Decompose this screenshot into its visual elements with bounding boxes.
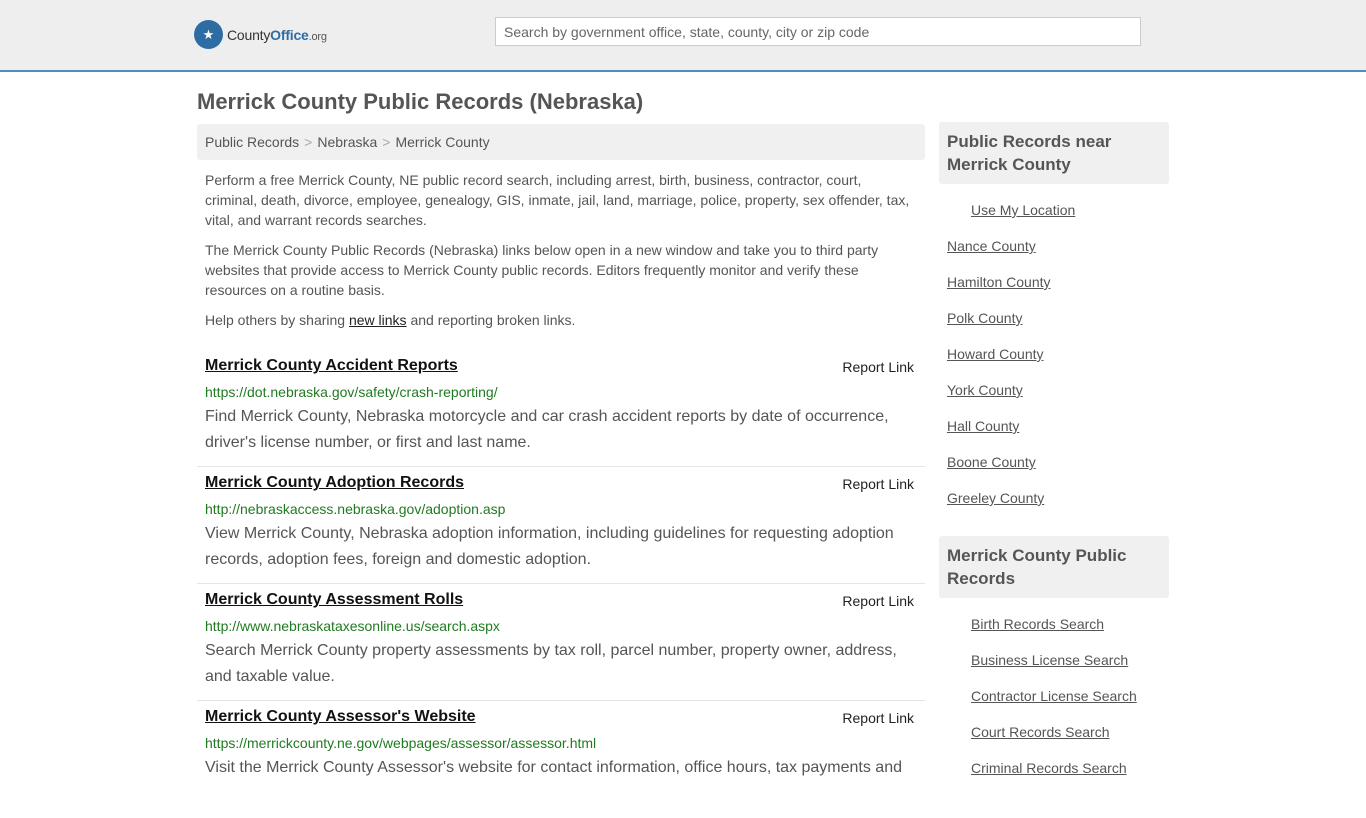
list-item: Howard County — [939, 336, 1169, 372]
nearby-county-list: Use My Location Nance County Hamilton Co… — [939, 192, 1169, 516]
page-title: Merrick County Public Records (Nebraska) — [197, 89, 644, 114]
sidebar-heading-records: Merrick County Public Records — [939, 536, 1169, 598]
nearby-county-link[interactable]: Hamilton County — [939, 274, 1051, 290]
report-link-button[interactable]: Report Link — [842, 710, 914, 726]
intro-paragraph-1: Perform a free Merrick County, NE public… — [205, 172, 910, 228]
record-description: Visit the Merrick County Assessor's webs… — [205, 759, 902, 776]
intro-paragraph-2: The Merrick County Public Records (Nebra… — [205, 242, 879, 298]
list-item: Contractor License Search — [939, 678, 1169, 714]
list-item: Birth Records Search — [939, 606, 1169, 642]
new-links-link[interactable]: new links — [349, 312, 407, 328]
record-description: View Merrick County, Nebraska adoption i… — [205, 525, 894, 568]
main-content: Public Records > Nebraska > Merrick County P… — [197, 124, 925, 818]
report-link-button[interactable]: Report Link — [842, 476, 914, 492]
records-list: Merrick County Accident Reports Report L… — [197, 350, 925, 818]
nearby-county-link[interactable]: Polk County — [939, 310, 1022, 326]
breadcrumb-current: Merrick County — [395, 134, 490, 150]
record-url: http://nebraskaccess.nebraska.gov/adopti… — [205, 501, 506, 517]
nearby-county-link[interactable]: Boone County — [939, 454, 1036, 470]
breadcrumb-separator: > — [304, 134, 313, 150]
record-item: Merrick County Adoption Records Report L… — [197, 467, 925, 584]
logo-text-office: Office — [270, 26, 309, 43]
list-item: Court Records Search — [939, 714, 1169, 750]
header-bar: ★ CountyOffice.org — [0, 0, 1366, 72]
record-title-link[interactable]: Merrick County Adoption Records — [205, 474, 464, 492]
nearby-county-link[interactable]: Nance County — [939, 238, 1036, 254]
record-search-link[interactable]: Court Records Search — [939, 724, 1110, 740]
intro-paragraph-3: Help others by sharing new links and rep… — [205, 310, 917, 330]
list-item: Polk County — [939, 300, 1169, 336]
report-link-button[interactable]: Report Link — [842, 359, 914, 375]
report-link-button[interactable]: Report Link — [842, 593, 914, 609]
breadcrumb-nebraska[interactable]: Nebraska — [317, 134, 377, 150]
record-item: Merrick County Assessment Rolls Report L… — [197, 584, 925, 701]
search-input[interactable] — [495, 17, 1141, 46]
record-title-link[interactable]: Merrick County Assessment Rolls — [205, 591, 463, 609]
list-item: Criminal Records Search — [939, 750, 1169, 786]
eagle-icon: ★ — [194, 20, 223, 49]
logo-text: CountyOffice.org — [227, 27, 327, 43]
list-item: Business License Search — [939, 642, 1169, 678]
record-description: Search Merrick County property assessmen… — [205, 642, 897, 685]
nearby-county-link[interactable]: Hall County — [939, 418, 1019, 434]
record-title-link[interactable]: Merrick County Accident Reports — [205, 357, 458, 375]
list-item: Hall County — [939, 408, 1169, 444]
nearby-county-link[interactable]: Greeley County — [939, 490, 1044, 506]
record-search-link[interactable]: Criminal Records Search — [939, 760, 1127, 776]
sidebar-heading-nearby: Public Records near Merrick County — [939, 122, 1169, 184]
nearby-county-link[interactable]: York County — [939, 382, 1023, 398]
list-item: Boone County — [939, 444, 1169, 480]
list-item: Nance County — [939, 228, 1169, 264]
record-search-link[interactable]: Contractor License Search — [939, 688, 1137, 704]
breadcrumb: Public Records > Nebraska > Merrick County — [197, 124, 925, 160]
record-title-link[interactable]: Merrick County Assessor's Website — [205, 708, 476, 726]
countyoffice-logo[interactable]: ★ CountyOffice.org — [194, 20, 327, 49]
logo-text-county: County — [227, 26, 271, 43]
record-description: Find Merrick County, Nebraska motorcycle… — [205, 408, 889, 451]
logo-text-org: .org — [308, 30, 327, 43]
intro-p3-text-end: and reporting broken links. — [406, 312, 576, 328]
breadcrumb-public-records[interactable]: Public Records — [205, 134, 299, 150]
breadcrumb-separator: > — [382, 134, 391, 150]
record-search-link[interactable]: Birth Records Search — [939, 616, 1104, 632]
record-item: Merrick County Assessor's Website Report… — [197, 701, 925, 818]
record-url: http://www.nebraskataxesonline.us/search… — [205, 618, 500, 634]
list-item: Greeley County — [939, 480, 1169, 516]
list-item: York County — [939, 372, 1169, 408]
list-item: Hamilton County — [939, 264, 1169, 300]
intro-p3-text: Help others by sharing — [205, 312, 349, 328]
sidebar: Public Records near Merrick County Use M… — [939, 122, 1169, 786]
list-item: Use My Location — [939, 192, 1169, 228]
record-url: https://dot.nebraska.gov/safety/crash-re… — [205, 384, 498, 400]
record-search-list: Birth Records Search Business License Se… — [939, 606, 1169, 786]
use-my-location-link[interactable]: Use My Location — [939, 202, 1075, 218]
record-item: Merrick County Accident Reports Report L… — [197, 350, 925, 467]
record-search-link[interactable]: Business License Search — [939, 652, 1128, 668]
record-url: https://merrickcounty.ne.gov/webpages/as… — [205, 735, 597, 751]
nearby-county-link[interactable]: Howard County — [939, 346, 1044, 362]
intro-text: Perform a free Merrick County, NE public… — [197, 170, 925, 330]
